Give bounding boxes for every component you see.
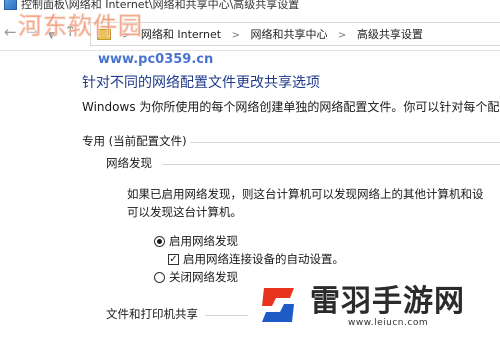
- folder-icon: [97, 29, 111, 40]
- radio-disable-network-discovery[interactable]: 关闭网络发现: [154, 269, 238, 285]
- profile-section-header[interactable]: 专用 (当前配置文件): [82, 133, 187, 149]
- radio-checked-icon[interactable]: [154, 235, 165, 247]
- leiyu-logo-icon: [262, 288, 294, 322]
- checkbox-auto-setup[interactable]: ✓ 启用网络连接设备的自动设置。: [168, 251, 344, 267]
- watermark-bottom-title: 雷羽手游网: [310, 284, 465, 319]
- radio-enable-network-discovery-label[interactable]: 启用网络发现: [169, 233, 238, 249]
- file-printer-sharing-header: 文件和打印机共享: [106, 307, 198, 321]
- window-title: 控制面板\网络和 Internet\网络和共享中心\高级共享设置: [21, 0, 300, 11]
- network-discovery-description-line1: 如果已启用网络发现，则这台计算机可以发现网络上的其他计算机和设: [127, 187, 484, 201]
- breadcrumb: > 网络和 Internet > 网络和共享中心 > 高级共享设置: [115, 26, 423, 42]
- watermark-bottom-url: www.leiucn.com: [348, 318, 429, 328]
- checkbox-checked-icon[interactable]: ✓: [168, 253, 179, 265]
- window-titlebar: 控制面板\网络和 Internet\网络和共享中心\高级共享设置: [0, 0, 500, 12]
- address-bar: ← → ▼ ↑ > 网络和 Internet > 网络和共享中心 > 高级共享设…: [0, 16, 500, 51]
- breadcrumb-item-advanced-sharing[interactable]: 高级共享设置: [357, 26, 423, 42]
- breadcrumb-separator-icon[interactable]: >: [122, 30, 130, 41]
- network-discovery-header: 网络发现: [106, 156, 152, 170]
- up-arrow-icon[interactable]: ↑: [64, 23, 77, 39]
- checkbox-auto-setup-label[interactable]: 启用网络连接设备的自动设置。: [183, 251, 344, 267]
- page-title: 针对不同的网络配置文件更改共享选项: [82, 75, 320, 91]
- back-arrow-icon[interactable]: ←: [4, 24, 17, 40]
- radio-disable-network-discovery-label[interactable]: 关闭网络发现: [169, 269, 238, 285]
- section-divider: [190, 142, 500, 143]
- radio-unchecked-icon[interactable]: [154, 271, 165, 283]
- page-description: Windows 为你所使用的每个网络创建单独的网络配置文件。你可以针对每个配置: [82, 100, 500, 114]
- network-discovery-description-line2: 可以发现这台计算机。: [127, 205, 242, 219]
- breadcrumb-item-network-internet[interactable]: 网络和 Internet: [141, 26, 221, 42]
- watermark-bottom: 雷羽手游网 www.leiucn.com: [248, 274, 500, 337]
- breadcrumb-item-network-sharing-center[interactable]: 网络和共享中心: [250, 26, 327, 42]
- recent-locations-icon[interactable]: ▼: [48, 28, 55, 44]
- breadcrumb-separator-icon[interactable]: >: [232, 30, 240, 41]
- network-discovery-description: 如果已启用网络发现，则这台计算机可以发现网络上的其他计算机和设 可以发现这台计算…: [127, 185, 484, 221]
- forward-arrow-icon[interactable]: →: [26, 24, 39, 40]
- breadcrumb-separator-icon[interactable]: >: [338, 30, 346, 41]
- control-panel-icon: [4, 0, 17, 10]
- subsection-divider: [162, 164, 500, 165]
- radio-enable-network-discovery[interactable]: 启用网络发现: [154, 233, 238, 249]
- address-field[interactable]: > 网络和 Internet > 网络和共享中心 > 高级共享设置: [90, 22, 500, 46]
